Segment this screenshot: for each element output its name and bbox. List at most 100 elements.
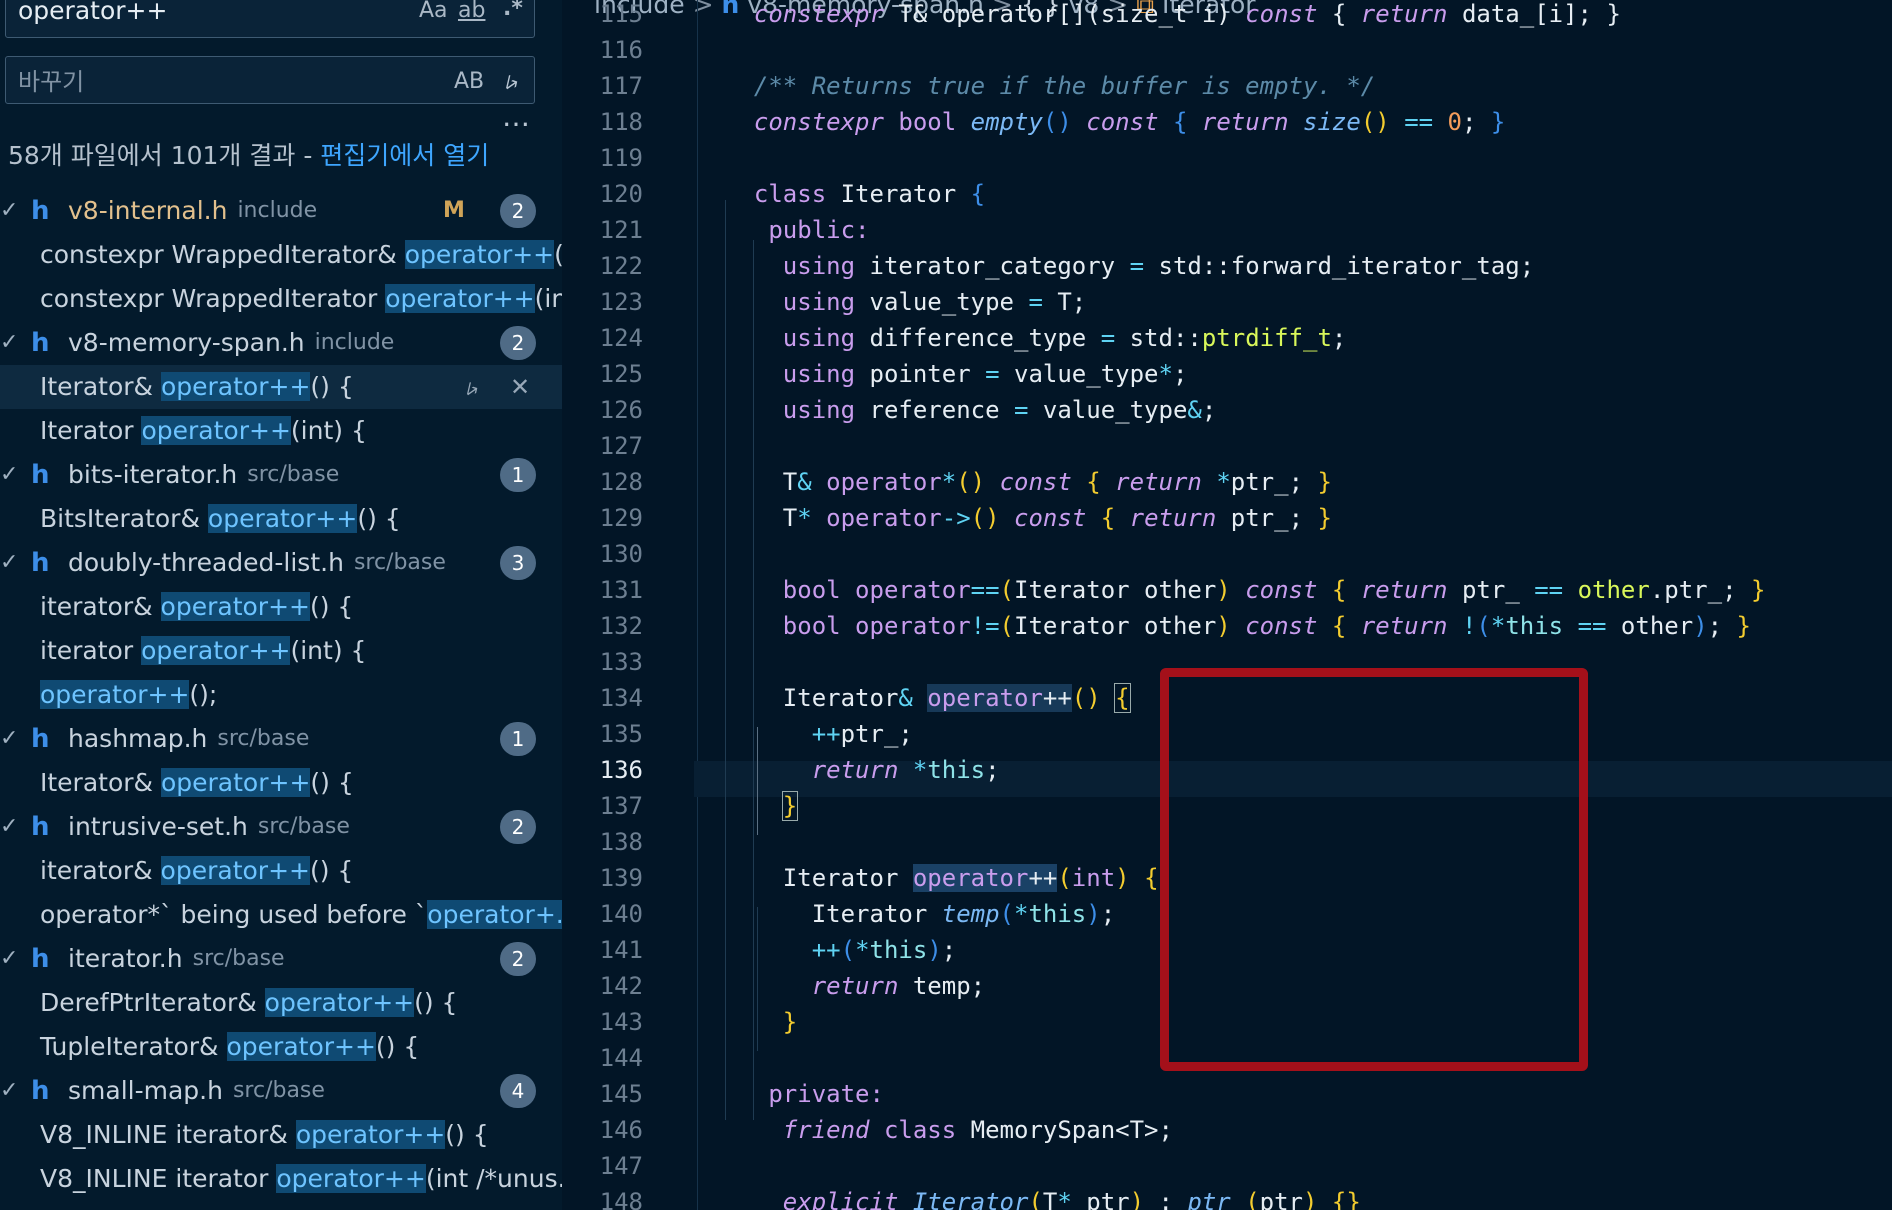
- match-prefix: V8_INLINE iterator&: [40, 1120, 296, 1149]
- results-summary: 58개 파일에서 101개 결과 - 편집기에서 열기: [8, 136, 489, 172]
- code-text: using reference = value_type&;: [782, 396, 1217, 424]
- result-file[interactable]: ✓ h bits-iterator.h src/base 1: [0, 453, 562, 497]
- result-match[interactable]: constexpr WrappedIterator operator++(in.…: [0, 277, 562, 321]
- result-match[interactable]: BitsIterator& operator++() {: [0, 497, 562, 541]
- code-line[interactable]: 116: [562, 32, 1892, 68]
- whole-word-toggle[interactable]: ab: [458, 0, 485, 28]
- result-file[interactable]: ✓ h v8-memory-span.h include 2: [0, 321, 562, 365]
- result-match[interactable]: iterator& operator++() {: [0, 585, 562, 629]
- result-match[interactable]: operator++();: [0, 673, 562, 717]
- chevron-down-icon[interactable]: ✓: [0, 717, 18, 761]
- code-line[interactable]: 124 using difference_type = std::ptrdiff…: [562, 320, 1892, 356]
- replace-all-icon[interactable]: ⭟: [505, 66, 518, 96]
- result-match[interactable]: iterator& operator++() {: [0, 849, 562, 893]
- code-line[interactable]: 125 using pointer = value_type*;: [562, 356, 1892, 392]
- result-file-name: bits-iterator.h: [68, 460, 238, 489]
- line-number: 115: [599, 0, 643, 28]
- match-prefix: V8_INLINE iterator: [40, 1164, 277, 1193]
- result-file-path: src/base: [232, 1078, 325, 1103]
- result-match[interactable]: V8_INLINE iterator operator++(int /*unus…: [0, 1157, 562, 1201]
- match-suffix: (int /*unus...: [425, 1164, 562, 1193]
- result-match[interactable]: V8_INLINE iterator& operator++() {: [0, 1113, 562, 1157]
- chevron-down-icon[interactable]: ✓: [0, 453, 18, 497]
- chevron-down-icon[interactable]: ✓: [0, 541, 18, 585]
- chevron-down-icon[interactable]: ✓: [0, 937, 18, 981]
- result-file-name: iterator.h: [68, 944, 183, 973]
- match-count-badge: 2: [500, 810, 536, 844]
- line-number: 129: [599, 504, 643, 532]
- result-file[interactable]: ✓ h v8-internal.h include M 2: [0, 189, 562, 233]
- match-count-badge: 4: [500, 1074, 536, 1108]
- result-match[interactable]: DerefPtrIterator& operator++() {: [0, 981, 562, 1025]
- match-suffix: (...: [554, 240, 562, 269]
- replace-input[interactable]: 바꾸기 AB: [5, 56, 535, 104]
- code-line[interactable]: 132 bool operator!=(Iterator other) cons…: [562, 608, 1892, 644]
- chevron-down-icon[interactable]: ✓: [0, 321, 18, 365]
- code-line[interactable]: 131 bool operator==(Iterator other) cons…: [562, 572, 1892, 608]
- code-line[interactable]: 122 using iterator_category = std::forwa…: [562, 248, 1892, 284]
- code-line[interactable]: 126 using reference = value_type&;: [562, 392, 1892, 428]
- result-match[interactable]: Iterator& operator++() {⭟ ✕: [0, 365, 562, 409]
- code-line[interactable]: 130: [562, 536, 1892, 572]
- code-line[interactable]: 128 T& operator*() const { return *ptr_;…: [562, 464, 1892, 500]
- replace-icon[interactable]: ⭟: [466, 365, 478, 409]
- match-count-badge: 2: [500, 194, 536, 228]
- result-match[interactable]: iterator operator++(int) {: [0, 629, 562, 673]
- code-line[interactable]: 123 using value_type = T;: [562, 284, 1892, 320]
- result-match[interactable]: Iterator operator++(int) {: [0, 409, 562, 453]
- result-file[interactable]: ✓ h hashmap.h src/base 1: [0, 717, 562, 761]
- match-prefix: iterator: [40, 636, 142, 665]
- code-line[interactable]: 117 /** Returns true if the buffer is em…: [562, 68, 1892, 104]
- match-highlight: operator++: [160, 856, 310, 885]
- code-line[interactable]: 120 class Iterator {: [562, 176, 1892, 212]
- code-text: return temp;: [811, 972, 986, 1000]
- chevron-down-icon[interactable]: ✓: [0, 189, 18, 233]
- code-line[interactable]: 147: [562, 1148, 1892, 1184]
- result-match-text: operator*` being used before `operator+.…: [40, 893, 562, 937]
- code-text: T& operator*() const { return *ptr_; }: [725, 468, 1332, 496]
- result-file-path: include: [237, 198, 318, 223]
- match-prefix: operator*` being used before `: [40, 900, 428, 929]
- code-line[interactable]: 121 public:: [562, 212, 1892, 248]
- match-highlight: operator++: [40, 680, 190, 709]
- header-file-icon: h: [31, 460, 50, 490]
- result-file[interactable]: ✓ h doubly-threaded-list.h src/base 3: [0, 541, 562, 585]
- header-file-icon: h: [31, 944, 50, 974]
- result-match-text: operator++();: [40, 673, 217, 717]
- code-line[interactable]: 115 constexpr T& operator[](size_t i) co…: [562, 0, 1892, 32]
- code-line[interactable]: 119: [562, 140, 1892, 176]
- code-line[interactable]: 146 friend class MemorySpan<T>;: [562, 1112, 1892, 1148]
- close-icon[interactable]: ✕: [510, 365, 530, 409]
- line-number: 140: [599, 900, 643, 928]
- result-match[interactable]: Iterator& operator++() {: [0, 761, 562, 805]
- code-line[interactable]: 129 T* operator->() const { return ptr_;…: [562, 500, 1892, 536]
- result-match[interactable]: operator*` being used before `operator+.…: [0, 893, 562, 937]
- code-text: class Iterator {: [753, 180, 986, 208]
- preserve-case-toggle[interactable]: AB: [454, 65, 484, 99]
- match-case-toggle[interactable]: Aa: [419, 0, 448, 28]
- result-file-name: doubly-threaded-list.h: [68, 548, 344, 577]
- regex-toggle[interactable]: .*: [503, 0, 523, 26]
- result-match[interactable]: constexpr WrappedIterator& operator++(..…: [0, 233, 562, 277]
- chevron-down-icon[interactable]: ✓: [0, 1069, 18, 1113]
- header-file-icon: h: [31, 1076, 50, 1106]
- line-number: 136: [599, 756, 643, 784]
- code-line[interactable]: 148 explicit Iterator(T* ptr) : ptr_(ptr…: [562, 1184, 1892, 1210]
- line-number: 123: [599, 288, 643, 316]
- chevron-down-icon[interactable]: ✓: [0, 805, 18, 849]
- code-line[interactable]: 118 constexpr bool empty() const { retur…: [562, 104, 1892, 140]
- more-actions-icon[interactable]: …: [502, 100, 530, 133]
- code-line[interactable]: 145 private:: [562, 1076, 1892, 1112]
- result-match[interactable]: TupleIterator& operator++() {: [0, 1025, 562, 1069]
- result-file[interactable]: ✓ h iterator.h src/base 2: [0, 937, 562, 981]
- result-file[interactable]: ✓ h intrusive-set.h src/base 2: [0, 805, 562, 849]
- search-input[interactable]: operator++ Aa ab .*: [5, 0, 535, 38]
- code-text: bool operator!=(Iterator other) const { …: [782, 612, 1751, 640]
- code-line[interactable]: 127: [562, 428, 1892, 464]
- open-in-editor-link[interactable]: 편집기에서 열기: [320, 141, 489, 170]
- match-highlight: operator++: [160, 372, 311, 401]
- result-file[interactable]: ✓ h small-map.h src/base 4: [0, 1069, 562, 1113]
- code-text: constexpr T& operator[](size_t i) const …: [753, 0, 1621, 28]
- match-suffix: () {: [357, 504, 401, 533]
- code-text: /** Returns true if the buffer is empty.…: [753, 72, 1376, 100]
